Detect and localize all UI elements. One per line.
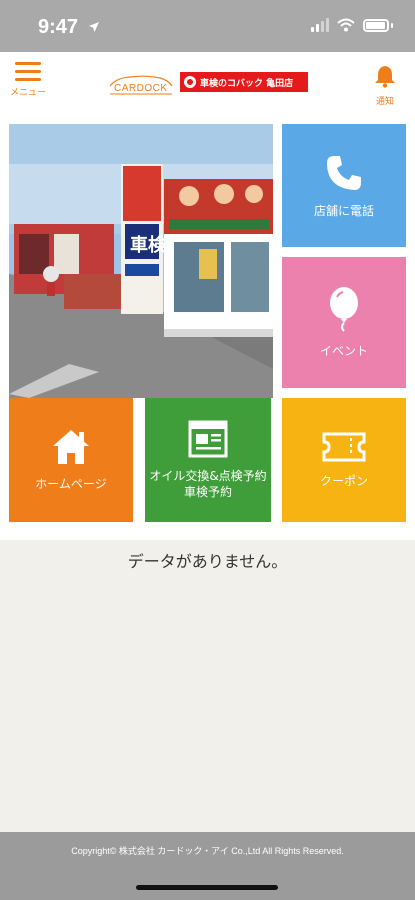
notification-button[interactable]: 通知 [373,64,397,107]
hamburger-icon [15,62,41,81]
reservation-label-line1: オイル交換&点検予約 [149,469,267,483]
cardock-logo-text: CARDOCK [114,83,168,94]
app-header: メニュー CARDOCK 車検のコバック 亀田店 通知 [0,52,415,111]
menu-grid: 車検 店舗に電話 イベント ホームページ オイル交換&点検予約 車検予約 クーポ… [0,111,415,540]
status-time: 9:47 [38,16,100,39]
call-store-label: 店舗に電話 [313,203,374,218]
status-icons [311,18,393,32]
store-sign-text: 車検 [130,234,167,256]
house-icon [53,430,89,464]
battery-tip [391,22,393,28]
store-photo-illustration: 車検 [9,124,273,398]
home-indicator[interactable] [136,885,278,890]
homepage-tile[interactable]: ホームページ [9,398,133,522]
reservation-label-line2: 車検予約 [183,485,232,499]
browser-form-icon [188,420,228,458]
phone-icon [327,155,361,190]
ticket-icon [322,432,366,462]
wifi-icon [337,18,355,32]
kobac-mascot-icon [184,76,196,88]
reservation-tile[interactable]: オイル交換&点検予約 車検予約 [145,398,271,522]
reservation-label: オイル交換&点検予約 車検予約 [149,468,266,500]
event-tile[interactable]: イベント [282,257,406,388]
store-photo: 車検 [9,124,273,398]
location-arrow-icon [88,22,99,32]
event-label: イベント [319,343,368,358]
notification-label: 通知 [375,97,394,107]
status-time-text: 9:47 [38,16,79,38]
homepage-label: ホームページ [35,477,107,491]
balloon-icon [330,286,358,332]
call-store-tile[interactable]: 店舗に電話 [282,124,406,247]
kobac-logo-text: 車検のコバック 亀田店 [200,78,294,89]
status-bar: 9:47 [0,0,415,52]
kobac-logo: 車検のコバック 亀田店 [180,72,308,92]
menu-button[interactable]: メニュー [10,62,46,106]
coupon-tile[interactable]: クーポン [282,398,406,522]
coupon-label: クーポン [319,474,368,488]
copyright-text: Copyright© 株式会社 カードック・アイ Co.,Ltd All Rig… [71,846,344,856]
bell-icon [375,66,395,88]
empty-message: データがありません。 [127,552,288,571]
footer: Copyright© 株式会社 カードック・アイ Co.,Ltd All Rig… [0,832,415,900]
cellular-signal-icon [311,18,329,32]
battery-icon [363,18,389,32]
menu-label: メニュー [10,88,47,98]
